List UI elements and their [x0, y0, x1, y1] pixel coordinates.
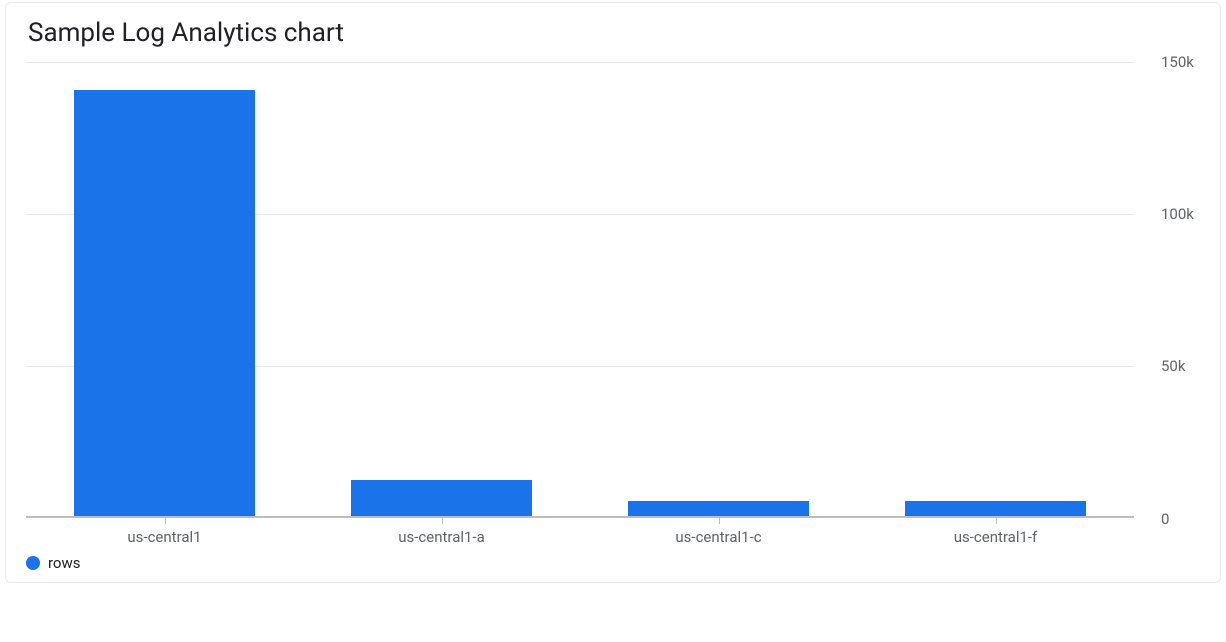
x-tick-label: us-central1: [127, 528, 201, 546]
bar[interactable]: [905, 501, 1085, 516]
x-tick-mark: [442, 518, 443, 524]
y-tick-label: 50k: [1161, 357, 1185, 375]
bar[interactable]: [628, 501, 808, 516]
x-tick-mark: [719, 518, 720, 524]
x-tick-mark: [165, 518, 166, 524]
gridline: [26, 62, 1134, 63]
y-tick-label: 100k: [1161, 205, 1194, 223]
legend-label: rows: [48, 554, 81, 572]
bar[interactable]: [74, 90, 254, 516]
plot-area: 150k100k50k0: [26, 62, 1134, 518]
x-axis: us-central1us-central1-aus-central1-cus-…: [26, 518, 1134, 542]
legend: rows: [6, 540, 1220, 582]
x-tick-mark: [996, 518, 997, 524]
chart-area: 150k100k50k0 us-central1us-central1-aus-…: [6, 62, 1220, 540]
y-tick-label: 0: [1161, 510, 1169, 528]
legend-swatch-icon: [26, 556, 40, 570]
bar[interactable]: [351, 480, 531, 516]
y-tick-label: 150k: [1161, 53, 1194, 71]
chart-card: Sample Log Analytics chart 150k100k50k0 …: [5, 2, 1221, 583]
x-tick-label: us-central1-f: [954, 528, 1038, 546]
x-tick-label: us-central1-c: [675, 528, 761, 546]
x-tick-label: us-central1-a: [398, 528, 484, 546]
chart-title: Sample Log Analytics chart: [6, 3, 1220, 62]
